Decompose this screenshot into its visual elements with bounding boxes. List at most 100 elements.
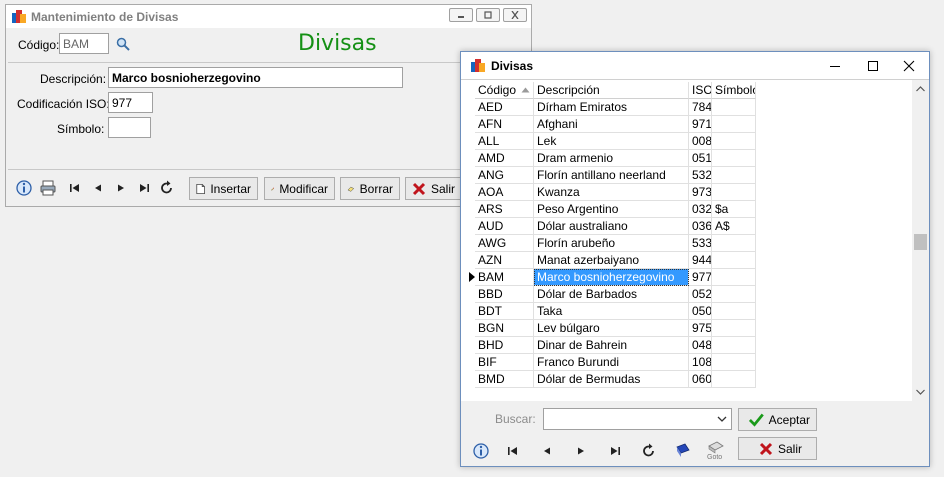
cell-simbolo[interactable] [712,184,756,201]
column-header-simbolo[interactable]: Símbolo [712,82,756,99]
cell-descripcion[interactable]: Taka [534,303,689,320]
cell-codigo[interactable]: AED [475,99,534,116]
maximize-button[interactable] [855,52,891,79]
cell-iso[interactable]: 532 [689,167,712,184]
cell-descripcion[interactable]: Manat azerbaiyano [534,252,689,269]
codigo-field[interactable]: BAM [59,33,109,54]
goto-button[interactable]: Goto [706,439,726,465]
cell-descripcion[interactable]: Franco Burundi [534,354,689,371]
cell-codigo[interactable]: AFN [475,116,534,133]
cell-codigo[interactable]: AUD [475,218,534,235]
column-header-descripcion[interactable]: Descripción [534,82,689,99]
cell-simbolo[interactable] [712,371,756,388]
cell-codigo[interactable]: BMD [475,371,534,388]
scroll-down-icon[interactable] [916,389,925,395]
cell-iso[interactable]: 784 [689,99,712,116]
cell-iso[interactable]: 048 [689,337,712,354]
printer-icon[interactable] [39,179,57,197]
cell-simbolo[interactable] [712,269,756,286]
refresh-icon[interactable] [158,179,176,197]
insertar-button[interactable]: Insertar [189,177,258,200]
borrar-button[interactable]: Borrar [340,177,400,200]
cell-descripcion[interactable]: Dólar de Bermudas [534,371,689,388]
cell-iso[interactable]: 975 [689,320,712,337]
cell-iso[interactable]: 052 [689,286,712,303]
iso-field[interactable]: 977 [108,92,153,113]
column-header-iso[interactable]: ISO [689,82,712,99]
close-button[interactable] [891,52,927,79]
simbolo-field[interactable] [108,117,151,138]
cell-codigo[interactable]: AOA [475,184,534,201]
modificar-button[interactable]: Modificar [264,177,335,200]
cell-iso[interactable]: 036 [689,218,712,235]
cell-descripcion[interactable]: Florín arubeño [534,235,689,252]
cell-codigo[interactable]: ALL [475,133,534,150]
cell-iso[interactable]: 032 [689,201,712,218]
cell-descripcion[interactable]: Dólar australiano [534,218,689,235]
last-record-icon[interactable] [135,179,153,197]
cell-iso[interactable]: 108 [689,354,712,371]
maximize-button[interactable] [476,8,500,22]
cell-simbolo[interactable]: $a [712,201,756,218]
currency-grid[interactable]: Código Descripción ISO Símbolo AED Dírham Emi… [461,79,929,402]
vertical-scrollbar[interactable] [912,80,929,402]
cell-simbolo[interactable] [712,354,756,371]
minimize-button[interactable] [449,8,473,22]
descripcion-field[interactable]: Marco bosnioherzegovino [108,67,403,88]
cell-codigo[interactable]: BGN [475,320,534,337]
salir-button-maint[interactable]: Salir [405,177,463,200]
minimize-button[interactable] [817,52,853,79]
cell-codigo[interactable]: AMD [475,150,534,167]
cell-iso[interactable]: 008 [689,133,712,150]
cell-simbolo[interactable] [712,337,756,354]
cell-descripcion[interactable]: Dinar de Bahrein [534,337,689,354]
cell-codigo[interactable]: ANG [475,167,534,184]
info-icon[interactable] [15,179,33,197]
cell-simbolo[interactable] [712,99,756,116]
cell-descripcion[interactable]: Lev búlgaro [534,320,689,337]
cell-descripcion[interactable]: Florín antillano neerland [534,167,689,184]
cell-codigo[interactable]: ARS [475,201,534,218]
cell-codigo[interactable]: BHD [475,337,534,354]
cell-codigo[interactable]: BBD [475,286,534,303]
cell-descripcion[interactable]: Lek [534,133,689,150]
cell-descripcion[interactable]: Peso Argentino [534,201,689,218]
cell-descripcion[interactable]: Dírham Emiratos [534,99,689,116]
cell-iso[interactable]: 060 [689,371,712,388]
prev-record-icon[interactable] [538,442,556,460]
cell-codigo[interactable]: BDT [475,303,534,320]
bookmark-icon[interactable] [674,442,692,460]
first-record-icon[interactable] [504,442,522,460]
cell-simbolo[interactable] [712,116,756,133]
cell-iso[interactable]: 971 [689,116,712,133]
first-record-icon[interactable] [66,179,84,197]
info-icon[interactable] [472,442,490,460]
cell-iso[interactable]: 944 [689,252,712,269]
cell-simbolo[interactable] [712,252,756,269]
close-button[interactable] [503,8,527,22]
cell-codigo[interactable]: BAM [475,269,534,286]
next-record-icon[interactable] [572,442,590,460]
cell-codigo[interactable]: AWG [475,235,534,252]
last-record-icon[interactable] [606,442,624,460]
cell-iso[interactable]: 977 [689,269,712,286]
salir-button-list[interactable]: Salir [738,437,817,460]
cell-descripcion[interactable]: Dólar de Barbados [534,286,689,303]
cell-descripcion[interactable]: Dram armenio [534,150,689,167]
cell-iso[interactable]: 051 [689,150,712,167]
scroll-up-icon[interactable] [916,86,925,92]
cell-simbolo[interactable] [712,167,756,184]
cell-simbolo[interactable] [712,235,756,252]
cell-simbolo[interactable] [712,133,756,150]
cell-simbolo[interactable] [712,286,756,303]
prev-record-icon[interactable] [89,179,107,197]
refresh-icon[interactable] [640,442,658,460]
cell-iso[interactable]: 533 [689,235,712,252]
cell-simbolo[interactable] [712,320,756,337]
cell-descripcion[interactable]: Afghani [534,116,689,133]
cell-codigo[interactable]: AZN [475,252,534,269]
cell-simbolo[interactable] [712,150,756,167]
search-icon[interactable] [116,37,130,51]
cell-iso[interactable]: 050 [689,303,712,320]
buscar-select[interactable] [543,408,732,430]
